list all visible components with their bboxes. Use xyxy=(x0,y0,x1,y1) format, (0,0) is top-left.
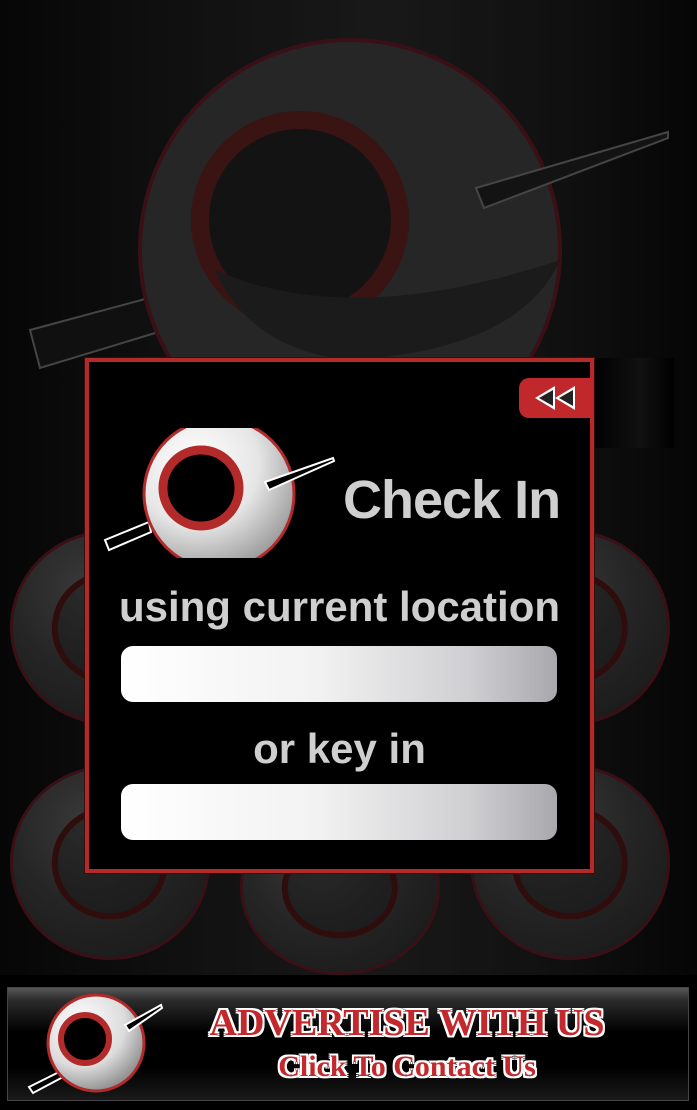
checkin-dialog: Check In using current location or key i… xyxy=(85,358,594,873)
banner-logo-icon xyxy=(27,993,164,1095)
key-in-location-field[interactable] xyxy=(121,784,557,840)
advertise-banner[interactable]: ADVERTISE WITH US Click To Contact Us xyxy=(7,987,689,1101)
dialog-title: Check In xyxy=(343,470,561,530)
key-in-label: or key in xyxy=(253,725,426,772)
eye-logo-icon xyxy=(103,428,336,558)
current-location-field[interactable] xyxy=(121,646,557,702)
advertise-headline: ADVERTISE WITH US xyxy=(209,1002,605,1044)
contact-us-link[interactable]: Click To Contact Us xyxy=(157,1049,657,1085)
rewind-icon xyxy=(535,386,575,410)
back-button[interactable] xyxy=(519,378,593,418)
location-label: using current location xyxy=(118,583,561,630)
side-tab xyxy=(592,358,674,448)
